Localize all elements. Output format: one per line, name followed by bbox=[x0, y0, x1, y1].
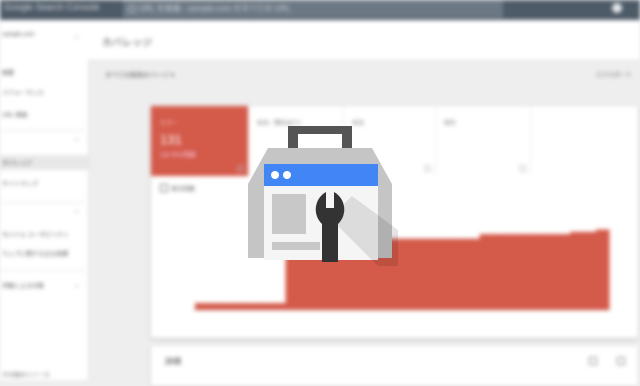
filter-icon[interactable] bbox=[589, 357, 597, 365]
page-header: カバレッジ bbox=[88, 20, 640, 61]
search-icon bbox=[128, 5, 136, 13]
chart-legend-label: 表示回数 bbox=[171, 187, 196, 193]
filter-label: すべての既知のページ bbox=[105, 72, 170, 79]
chart-bar bbox=[596, 229, 610, 310]
search-console-logo bbox=[248, 126, 398, 266]
details-title: 詳細 bbox=[165, 357, 181, 366]
chart-bar bbox=[220, 303, 235, 310]
chart-bar bbox=[505, 234, 519, 310]
page-filter-dropdown[interactable]: すべての既知のページ ▾ bbox=[105, 69, 174, 79]
chart-bar bbox=[492, 234, 506, 310]
sidebar-item-mobile-usability[interactable]: モバイル ユーザビリティ bbox=[2, 230, 69, 239]
metric-errors[interactable]: エラー 131 130 件の問題 bbox=[151, 106, 249, 176]
chevron-down-icon[interactable]: ⌄ bbox=[74, 281, 80, 289]
chart-bar bbox=[427, 238, 442, 310]
chart-bar bbox=[233, 303, 248, 310]
chart-bar bbox=[479, 234, 494, 310]
metric-label: 除外 bbox=[444, 121, 457, 127]
chart-bar bbox=[402, 238, 416, 310]
placeholder-line bbox=[272, 242, 320, 250]
chart-bar bbox=[544, 234, 558, 310]
chart-bar bbox=[531, 234, 545, 310]
sidebar-divider bbox=[0, 130, 84, 131]
chart-bar bbox=[272, 303, 287, 310]
chevron-up-icon[interactable]: ⌃ bbox=[74, 138, 80, 146]
sidebar: sample.com ⌄ 概要 パフォーマンス URL 検査 ⌃ カバレッジ サ… bbox=[0, 20, 89, 380]
placeholder-image bbox=[272, 194, 306, 234]
sidebar-item-performance[interactable]: パフォーマンス bbox=[2, 88, 44, 97]
sidebar-item-manual-actions[interactable]: 手動による対策 bbox=[2, 281, 44, 290]
top-bar: Google Search Console URL を検査 - sample.c… bbox=[0, 0, 640, 20]
chart-bar bbox=[466, 238, 481, 310]
toolbox-handle bbox=[288, 126, 352, 148]
chart-bar bbox=[440, 238, 455, 310]
sidebar-item-sitemaps[interactable]: サイトマップ bbox=[2, 179, 38, 188]
property-selector[interactable]: sample.com bbox=[2, 32, 34, 38]
metric-label: エラー bbox=[160, 121, 179, 127]
chart-bar bbox=[207, 303, 222, 310]
chevron-down-icon: ⌄ bbox=[74, 33, 80, 40]
browser-dot-icon bbox=[271, 171, 279, 179]
chart-bar bbox=[246, 303, 261, 310]
browser-header bbox=[264, 164, 378, 186]
sidebar-item-core-web-vitals[interactable]: ウェブに関する主な指標 bbox=[2, 249, 68, 258]
help-icon[interactable] bbox=[424, 165, 431, 172]
chart-bar bbox=[518, 234, 532, 310]
chart-bar bbox=[453, 238, 468, 310]
chart-bar bbox=[557, 234, 571, 310]
url-inspection-search[interactable]: URL を検査 - sample.com のすべての URL bbox=[123, 0, 503, 18]
sidebar-item-url-inspection[interactable]: URL 検査 bbox=[2, 110, 27, 119]
app-title: Google Search Console bbox=[4, 2, 100, 12]
browser-dot-icon bbox=[283, 171, 291, 179]
page-title: カバレッジ bbox=[102, 38, 152, 49]
chart-bar bbox=[570, 231, 584, 310]
help-icon[interactable] bbox=[519, 165, 526, 172]
download-icon[interactable] bbox=[617, 357, 625, 365]
details-card: 詳細 bbox=[151, 346, 638, 386]
chevron-up-icon[interactable]: ⌃ bbox=[74, 210, 80, 218]
checkbox-icon bbox=[160, 184, 168, 192]
metric-subtext: 130 件の問題 bbox=[160, 153, 196, 159]
metric-value: 131 bbox=[160, 132, 182, 147]
chart-bar bbox=[414, 238, 429, 310]
search-placeholder: URL を検査 - sample.com のすべての URL bbox=[139, 4, 291, 13]
sidebar-item-coverage[interactable]: カバレッジ bbox=[0, 155, 88, 170]
sidebar-divider bbox=[0, 270, 84, 271]
sidebar-item-resources[interactable]: その他のリソース bbox=[2, 370, 50, 379]
chevron-down-icon: ▾ bbox=[170, 72, 175, 79]
chart-legend[interactable]: 表示回数 bbox=[160, 184, 195, 193]
chart-bar bbox=[583, 231, 597, 310]
export-button[interactable]: エクスポート bbox=[596, 70, 632, 79]
sidebar-item-overview[interactable]: 概要 bbox=[2, 68, 14, 77]
chart-bar bbox=[195, 303, 209, 310]
chart-bar bbox=[259, 303, 274, 310]
sidebar-divider bbox=[0, 202, 84, 203]
metric-excluded[interactable]: 除外 bbox=[435, 106, 531, 176]
settings-icon[interactable] bbox=[612, 3, 622, 13]
